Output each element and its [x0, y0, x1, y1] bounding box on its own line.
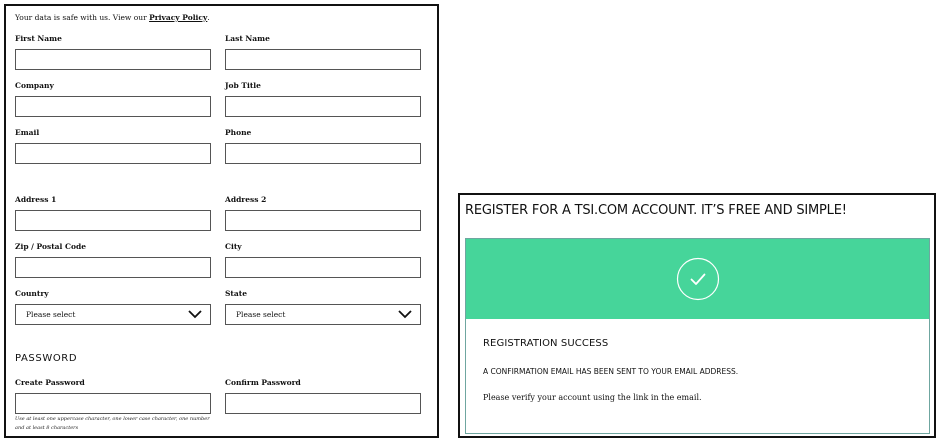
- chevron-down-icon: [398, 310, 412, 319]
- create-password-input[interactable]: [15, 393, 211, 414]
- first-name-input[interactable]: [15, 49, 211, 70]
- job-title-label: Job Title: [225, 81, 261, 90]
- address2-label: Address 2: [225, 195, 267, 204]
- success-card: REGISTRATION SUCCESS A CONFIRMATION EMAI…: [465, 238, 930, 434]
- check-circle-icon: [676, 257, 720, 301]
- city-field: City: [225, 241, 421, 278]
- password-hint: Use at least one uppercase character, on…: [15, 416, 210, 431]
- phone-field: Phone: [225, 127, 421, 164]
- first-name-field: First Name: [15, 33, 211, 70]
- zip-input[interactable]: [15, 257, 211, 278]
- confirm-password-field: Confirm Password: [225, 377, 421, 414]
- state-field: State Please select: [225, 288, 421, 325]
- registration-success-panel: REGISTER FOR A TSI.COM ACCOUNT. IT’S FRE…: [458, 193, 936, 438]
- country-selected-value: Please select: [26, 310, 76, 319]
- create-password-label: Create Password: [15, 378, 85, 387]
- success-heading: REGISTRATION SUCCESS: [483, 338, 609, 349]
- last-name-label: Last Name: [225, 34, 270, 43]
- country-label: Country: [15, 289, 49, 298]
- address1-label: Address 1: [15, 195, 57, 204]
- country-select[interactable]: Please select: [15, 304, 211, 325]
- confirm-password-label: Confirm Password: [225, 378, 301, 387]
- email-field: Email: [15, 127, 211, 164]
- address2-field: Address 2: [225, 194, 421, 231]
- job-title-input[interactable]: [225, 96, 421, 117]
- state-label: State: [225, 289, 247, 298]
- confirmation-message: A CONFIRMATION EMAIL HAS BEEN SENT TO YO…: [483, 367, 739, 376]
- address1-field: Address 1: [15, 194, 211, 231]
- success-banner: [466, 239, 929, 319]
- page-title: REGISTER FOR A TSI.COM ACCOUNT. IT’S FRE…: [465, 203, 847, 218]
- zip-field: Zip / Postal Code: [15, 241, 211, 278]
- chevron-down-icon: [188, 310, 202, 319]
- job-title-field: Job Title: [225, 80, 421, 117]
- password-heading: PASSWORD: [15, 353, 78, 364]
- phone-label: Phone: [225, 128, 252, 137]
- company-input[interactable]: [15, 96, 211, 117]
- email-input[interactable]: [15, 143, 211, 164]
- privacy-text: Your data is safe with us. View our: [15, 13, 147, 22]
- city-label: City: [225, 242, 242, 251]
- state-selected-value: Please select: [236, 310, 286, 319]
- privacy-suffix: .: [207, 13, 210, 22]
- privacy-notice: Your data is safe with us. View our Priv…: [15, 13, 210, 22]
- city-input[interactable]: [225, 257, 421, 278]
- verify-message: Please verify your account using the lin…: [483, 393, 702, 402]
- confirm-password-input[interactable]: [225, 393, 421, 414]
- registration-form: Your data is safe with us. View our Priv…: [4, 4, 439, 438]
- privacy-policy-link[interactable]: Privacy Policy: [149, 13, 207, 22]
- first-name-label: First Name: [15, 34, 62, 43]
- address1-input[interactable]: [15, 210, 211, 231]
- email-label: Email: [15, 128, 40, 137]
- country-field: Country Please select: [15, 288, 211, 325]
- company-field: Company: [15, 80, 211, 117]
- state-select[interactable]: Please select: [225, 304, 421, 325]
- phone-input[interactable]: [225, 143, 421, 164]
- address2-input[interactable]: [225, 210, 421, 231]
- last-name-field: Last Name: [225, 33, 421, 70]
- create-password-field: Create Password: [15, 377, 211, 414]
- company-label: Company: [15, 81, 54, 90]
- zip-label: Zip / Postal Code: [15, 242, 86, 251]
- last-name-input[interactable]: [225, 49, 421, 70]
